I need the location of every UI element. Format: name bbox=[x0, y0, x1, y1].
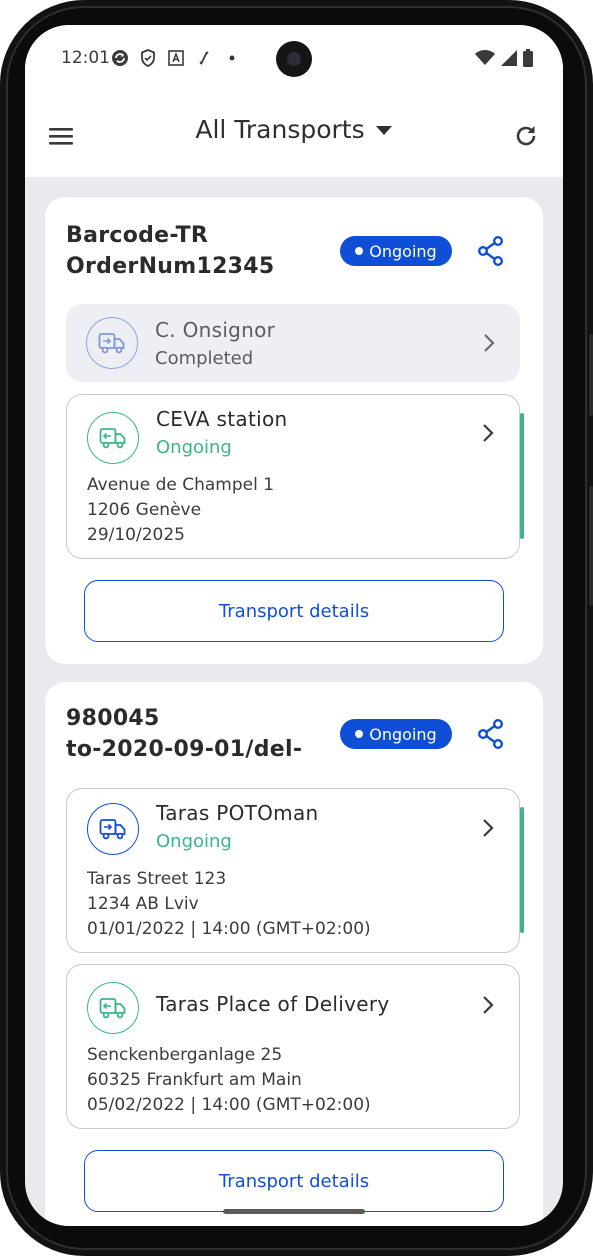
home-indicator[interactable] bbox=[223, 1209, 365, 1214]
caret-down-icon bbox=[375, 125, 392, 135]
transport-card: Barcode-TR OrderNum12345 Ongoing C. Onsi… bbox=[45, 197, 543, 664]
stop-name: Taras Place of Delivery bbox=[156, 992, 390, 1016]
status-bar: 12:01 bbox=[25, 25, 563, 97]
truck-pickup-icon bbox=[87, 803, 139, 855]
chevron-right-icon bbox=[483, 424, 494, 442]
address-street: Senckenberganlage 25 bbox=[87, 1045, 283, 1065]
address-street: Taras Street 123 bbox=[87, 869, 227, 889]
transport-title: 980045 to-2020-09-01/del- bbox=[66, 703, 302, 765]
transport-title: Barcode-TR OrderNum12345 bbox=[66, 220, 275, 282]
wifi-icon bbox=[475, 50, 495, 70]
stop-address: Avenue de Champel 1 1206 Genève 29/10/20… bbox=[87, 473, 274, 548]
stop-status: Ongoing bbox=[156, 831, 232, 852]
stop-item-ongoing[interactable]: CEVA station Ongoing Avenue de Champel 1… bbox=[66, 394, 524, 559]
active-indicator bbox=[520, 413, 524, 539]
status-system-icons bbox=[475, 49, 533, 71]
signal-icon bbox=[501, 50, 517, 70]
refresh-icon bbox=[516, 126, 536, 146]
transport-order-number: to-2020-09-01/del- bbox=[66, 737, 303, 762]
stop-item-completed[interactable]: C. Onsignor Completed bbox=[66, 304, 520, 382]
stop-address: Senckenberganlage 25 60325 Frankfurt am … bbox=[87, 1043, 371, 1118]
stop-status: Ongoing bbox=[156, 437, 232, 458]
stop-name: CEVA station bbox=[156, 407, 288, 431]
transport-barcode: 980045 bbox=[66, 706, 160, 731]
chevron-right-icon bbox=[484, 334, 495, 352]
transport-order-number: OrderNum12345 bbox=[66, 254, 275, 279]
address-city: 60325 Frankfurt am Main bbox=[87, 1070, 302, 1090]
status-badge: Ongoing bbox=[340, 236, 452, 266]
address-street: Avenue de Champel 1 bbox=[87, 475, 275, 495]
screen: 12:01 All Transports Barcode-TR OrderNum… bbox=[25, 25, 563, 1226]
status-badge-label: Ongoing bbox=[369, 724, 437, 744]
battery-icon bbox=[523, 49, 533, 71]
dot-icon bbox=[223, 49, 241, 67]
power-button bbox=[589, 486, 593, 606]
stop-name: Taras POTOman bbox=[156, 801, 319, 825]
truck-pickup-icon bbox=[86, 317, 138, 369]
page-title: All Transports bbox=[195, 115, 365, 144]
share-button[interactable] bbox=[477, 235, 505, 267]
refresh-button[interactable] bbox=[511, 121, 541, 151]
active-indicator bbox=[520, 807, 524, 933]
chevron-right-icon bbox=[483, 996, 494, 1014]
truck-delivery-icon bbox=[87, 412, 139, 464]
stop-date: 29/10/2025 bbox=[87, 525, 185, 545]
share-icon bbox=[478, 236, 504, 267]
sync-icon bbox=[111, 49, 129, 67]
volume-button bbox=[589, 334, 593, 416]
transport-barcode: Barcode-TR bbox=[66, 223, 209, 248]
transport-filter-dropdown[interactable]: All Transports bbox=[25, 115, 563, 144]
transport-details-button[interactable]: Transport details bbox=[84, 580, 504, 642]
chevron-right-icon bbox=[483, 819, 494, 837]
status-notification-icons bbox=[111, 49, 241, 67]
stop-item-ongoing[interactable]: Taras POTOman Ongoing Taras Street 123 1… bbox=[66, 788, 524, 953]
app-bar: All Transports bbox=[25, 97, 563, 177]
badge-dot-icon bbox=[355, 247, 364, 255]
stop-date: 01/01/2022 | 14:00 (GMT+02:00) bbox=[87, 919, 371, 939]
stop-status: Completed bbox=[155, 348, 254, 369]
stop-address: Taras Street 123 1234 AB Lviv 01/01/2022… bbox=[87, 867, 371, 942]
front-camera bbox=[276, 41, 312, 77]
share-icon bbox=[478, 719, 504, 750]
status-badge: Ongoing bbox=[340, 719, 452, 749]
stop-name: C. Onsignor bbox=[155, 318, 276, 342]
stop-item[interactable]: Taras Place of Delivery Senckenberganlag… bbox=[66, 964, 520, 1129]
transport-card: 980045 to-2020-09-01/del- Ongoing Taras … bbox=[45, 682, 543, 1226]
link-icon bbox=[195, 49, 213, 67]
badge-dot-icon bbox=[355, 730, 364, 738]
share-button[interactable] bbox=[477, 718, 505, 750]
status-time: 12:01 bbox=[61, 48, 110, 68]
address-city: 1206 Genève bbox=[87, 500, 202, 520]
stop-date: 05/02/2022 | 14:00 (GMT+02:00) bbox=[87, 1095, 371, 1115]
font-a-icon bbox=[167, 49, 185, 67]
truck-delivery-icon bbox=[87, 982, 139, 1034]
transport-details-button[interactable]: Transport details bbox=[84, 1150, 504, 1212]
status-badge-label: Ongoing bbox=[369, 241, 437, 261]
shield-icon bbox=[139, 49, 157, 67]
address-city: 1234 AB Lviv bbox=[87, 894, 199, 914]
